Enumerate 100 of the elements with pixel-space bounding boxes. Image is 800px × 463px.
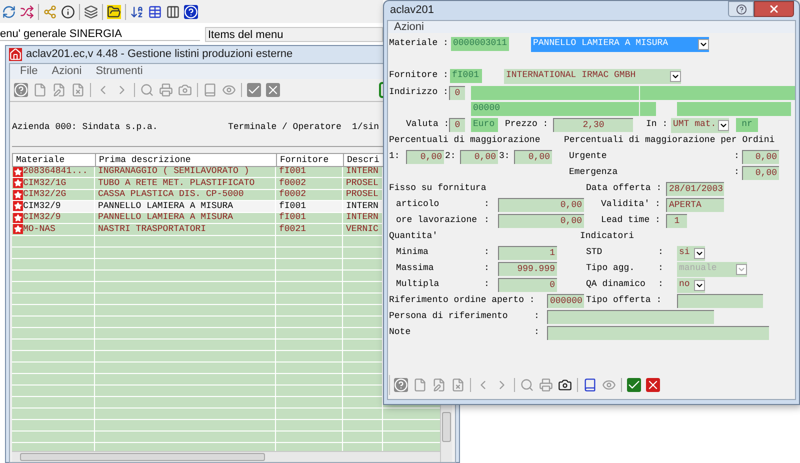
- input-field[interactable]: 0: [498, 278, 557, 292]
- search-icon[interactable]: [520, 378, 534, 392]
- help-button[interactable]: [728, 1, 754, 17]
- field-label: In :: [646, 118, 669, 132]
- input-field[interactable]: [640, 102, 656, 116]
- cancel-icon[interactable]: [646, 378, 660, 392]
- star-icon: [13, 190, 23, 200]
- columns-icon[interactable]: [166, 4, 180, 18]
- input-field[interactable]: 0,00: [514, 150, 552, 164]
- field-label: :: [484, 246, 490, 260]
- table-cell-text: VERNIC: [346, 222, 378, 236]
- table-cell-text: fI001: [279, 211, 306, 224]
- input-field[interactable]: 0,00: [742, 150, 779, 164]
- folder-icon[interactable]: [107, 4, 121, 18]
- table-row[interactable]: CIM32/9 PANNELLO LAMIERA A MISURA fI001 INTERN: [12, 212, 383, 224]
- menu-title-field: enu' generale SINERGIA: [0, 27, 200, 41]
- delete-icon[interactable]: [71, 82, 85, 96]
- printer-icon[interactable]: [539, 378, 553, 392]
- field-label: Data offerta :: [586, 182, 663, 196]
- caret-icon: [698, 38, 709, 50]
- table-row[interactable]: CIM32/1G TUBO A RETE MET. PLASTIFICATO f0002 PROSEL: [12, 178, 383, 190]
- menu-item[interactable]: File: [20, 62, 38, 80]
- input-field[interactable]: 0,00: [460, 150, 498, 164]
- star-icon: [13, 178, 23, 188]
- menu-item[interactable]: Strumenti: [96, 62, 143, 80]
- table-cell-text: f0002: [279, 188, 306, 201]
- confirm-icon[interactable]: [627, 378, 641, 392]
- table-icon[interactable]: [148, 4, 162, 18]
- field-label: ore lavorazione: [396, 214, 478, 228]
- field-label: 3:: [498, 150, 511, 164]
- document-icon[interactable]: [413, 378, 427, 392]
- table-row[interactable]: CIM32/2G CASSA PLASTICA DIS. CP-5000 f0002 PROSEL: [12, 190, 383, 201]
- printer-icon[interactable]: [159, 82, 173, 96]
- help-icon: [736, 4, 746, 14]
- input-field[interactable]: 0,00: [406, 150, 444, 164]
- column-header[interactable]: Prima descrizione: [96, 154, 277, 166]
- field-label: Percentuali di maggiorazione per Ordini: [564, 134, 775, 148]
- refresh-icon[interactable]: [2, 4, 16, 18]
- book-icon[interactable]: [583, 378, 597, 392]
- input-field[interactable]: 28/01/2003: [666, 182, 724, 196]
- edit-icon[interactable]: [432, 378, 446, 392]
- dropdown[interactable]: no: [677, 278, 705, 292]
- input-field[interactable]: [471, 86, 639, 100]
- table-row[interactable]: 208364841... INGRANAGGIO ( SEMILAVORATO ) fI001 INTERN: [12, 166, 383, 178]
- preview-icon[interactable]: [222, 82, 236, 96]
- dropdown[interactable]: UMT mat.: [671, 118, 729, 132]
- layers-icon[interactable]: [84, 4, 98, 18]
- table-cell-text: PANNELLO LAMIERA A MISURA: [98, 200, 234, 212]
- input-field[interactable]: APERTA: [666, 198, 724, 212]
- input-field[interactable]: [677, 294, 763, 308]
- input-field[interactable]: 0: [449, 118, 465, 132]
- input-field[interactable]: [504, 102, 639, 116]
- input-field[interactable]: 0: [449, 86, 465, 100]
- table-cell-text: fI001: [279, 165, 306, 178]
- input-field[interactable]: [677, 102, 791, 116]
- cancel-icon[interactable]: [266, 82, 280, 96]
- table-row[interactable]: MO-NAS NASTRI TRASPORTATORI f0021 VERNIC: [12, 224, 383, 236]
- input-field[interactable]: 2,30: [553, 118, 633, 132]
- input-field[interactable]: 999.999: [498, 262, 557, 276]
- help-icon[interactable]: [184, 4, 198, 18]
- table-cell-text: INTERN: [346, 200, 378, 212]
- scrollbar-thumb[interactable]: [442, 412, 451, 442]
- confirm-icon[interactable]: [247, 82, 261, 96]
- input-field[interactable]: 1: [666, 214, 687, 228]
- delete-icon[interactable]: [451, 378, 465, 392]
- close-button[interactable]: [754, 1, 794, 17]
- table-row[interactable]: CIM32/9 PANNELLO LAMIERA A MISURA fI001 INTERN: [12, 201, 383, 212]
- input-field[interactable]: 0,00: [498, 198, 584, 212]
- edit-icon[interactable]: [52, 82, 66, 96]
- dropdown[interactable]: INTERNATIONAL IRMAC GMBH: [504, 68, 681, 84]
- horizontal-scrollbar[interactable]: [12, 450, 440, 462]
- menu-item[interactable]: Azioni: [52, 62, 82, 80]
- input-field[interactable]: [547, 326, 769, 340]
- input-field[interactable]: 0,00: [498, 214, 584, 228]
- field-label: Persona di riferimento: [389, 310, 509, 324]
- input-field[interactable]: 000000: [547, 294, 584, 308]
- camera-icon[interactable]: [558, 378, 572, 392]
- field-label: :: [734, 150, 740, 164]
- field-label: Valuta :: [406, 118, 449, 132]
- input-field[interactable]: 0,00: [742, 166, 779, 180]
- field-label: Note: [389, 326, 412, 340]
- sort-icon[interactable]: [130, 4, 144, 18]
- column-header[interactable]: Fornitore: [277, 154, 344, 166]
- input-field[interactable]: [547, 310, 714, 324]
- input-field[interactable]: [640, 86, 795, 100]
- input-field[interactable]: 1: [498, 246, 557, 260]
- scrollbar-thumb[interactable]: [20, 452, 265, 460]
- field-label: Indicatori: [580, 230, 634, 244]
- menu-item[interactable]: Azioni: [394, 21, 424, 33]
- table-cell-text: PROSEL: [346, 176, 378, 190]
- dropdown[interactable]: si: [677, 246, 705, 260]
- field-label: Prezzo :: [505, 118, 550, 132]
- shuffle-icon[interactable]: [20, 4, 34, 18]
- document-icon[interactable]: [33, 82, 47, 96]
- search-icon[interactable]: [140, 82, 154, 96]
- field-label: :: [534, 326, 540, 340]
- preview-icon[interactable]: [602, 378, 616, 392]
- column-header[interactable]: Materiale: [13, 154, 96, 166]
- info-icon[interactable]: [61, 4, 75, 18]
- table-cell-text: f0002: [279, 176, 306, 190]
